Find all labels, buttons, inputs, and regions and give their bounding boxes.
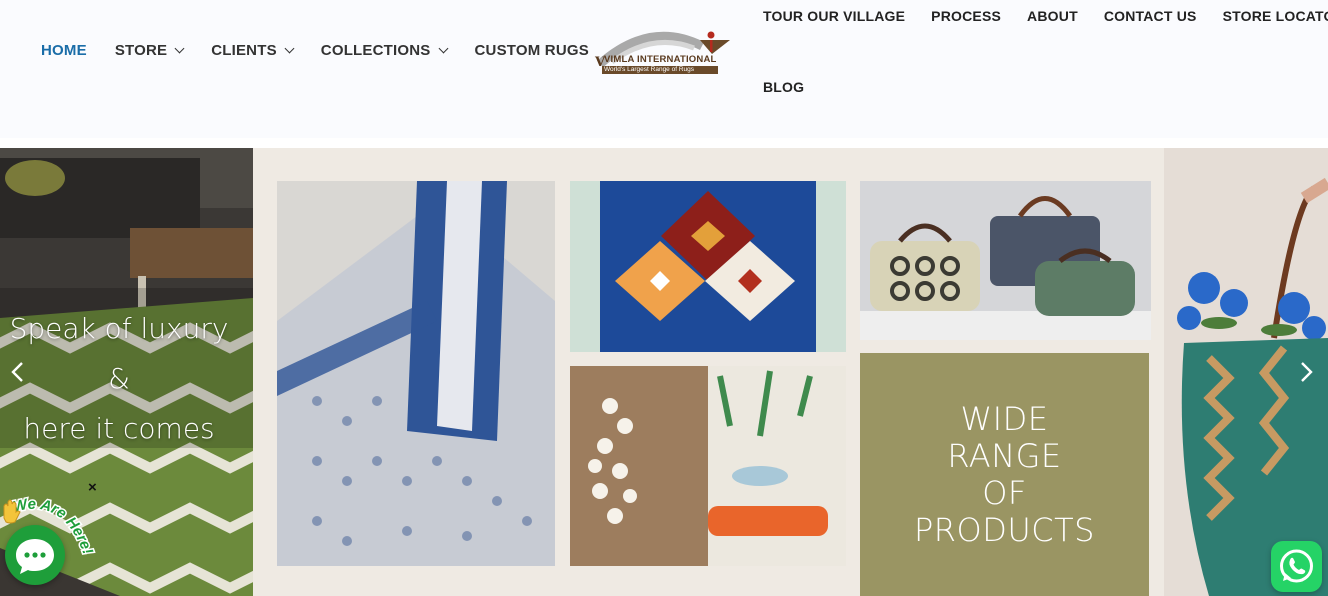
tagline-line-2: & bbox=[108, 362, 130, 395]
nav-clients-label: CLIENTS bbox=[211, 42, 277, 59]
whatsapp-button[interactable] bbox=[1271, 541, 1322, 592]
wide-range-banner[interactable]: WIDE RANGE OF PRODUCTS bbox=[860, 353, 1149, 596]
wide-range-line-3: OF bbox=[982, 474, 1027, 512]
slider-next-arrow[interactable] bbox=[1295, 361, 1317, 383]
slide-tagline: Speak of luxury & here it comes bbox=[0, 304, 238, 454]
nav-contact-us[interactable]: CONTACT US bbox=[1104, 8, 1197, 24]
chat-open-button[interactable] bbox=[5, 525, 65, 585]
wide-range-line-1: WIDE bbox=[960, 400, 1049, 438]
logo-tagline-text: World's Largest Range of Rugs bbox=[604, 66, 695, 73]
nav-store-locator[interactable]: STORE LOCATOR bbox=[1223, 8, 1328, 24]
chevron-right-icon bbox=[1301, 362, 1313, 382]
nav-process[interactable]: PROCESS bbox=[931, 8, 1001, 24]
nav-store-label: STORE bbox=[114, 42, 168, 59]
nav-home-label: HOME bbox=[41, 42, 87, 59]
chevron-down-icon bbox=[284, 43, 295, 54]
site-header: HOME STORE CLIENTS COLLECTIONS CUSTOM RU… bbox=[0, 0, 1328, 138]
whatsapp-icon bbox=[1280, 549, 1313, 583]
nav-collections[interactable]: COLLECTIONS bbox=[320, 42, 448, 59]
textile-product-image[interactable] bbox=[570, 366, 846, 566]
chevron-down-icon bbox=[174, 43, 185, 54]
nav-tour-our-village[interactable]: TOUR OUR VILLAGE bbox=[763, 8, 905, 24]
wide-range-line-2: RANGE bbox=[947, 437, 1062, 475]
chat-close-icon[interactable]: × bbox=[88, 479, 97, 497]
site-logo[interactable]: V VIMLA INTERNATIONAL World's Largest Ra… bbox=[590, 26, 732, 76]
quilt-product-image[interactable] bbox=[277, 181, 555, 566]
tagline-line-1: Speak of luxury bbox=[9, 312, 229, 345]
nav-custom-rugs-label: CUSTOM RUGS bbox=[474, 42, 589, 59]
main-nav-right: TOUR OUR VILLAGE PROCESS ABOUT CONTACT U… bbox=[763, 8, 1328, 95]
slider-prev-arrow[interactable] bbox=[7, 361, 29, 383]
main-nav-left: HOME STORE CLIENTS COLLECTIONS CUSTOM RU… bbox=[41, 42, 617, 59]
tagline-line-3: here it comes bbox=[23, 412, 215, 445]
nav-custom-rugs[interactable]: CUSTOM RUGS bbox=[475, 42, 589, 59]
nav-clients[interactable]: CLIENTS bbox=[211, 42, 295, 59]
chevron-left-icon bbox=[11, 362, 23, 382]
hero-slider: Speak of luxury & here it comes WIDE RAN… bbox=[0, 148, 1328, 596]
chevron-down-icon bbox=[438, 43, 448, 54]
nav-home[interactable]: HOME bbox=[41, 42, 87, 59]
wide-range-text: WIDE RANGE OF PRODUCTS bbox=[860, 401, 1149, 549]
nav-about[interactable]: ABOUT bbox=[1027, 8, 1078, 24]
chat-bubble-icon bbox=[16, 539, 54, 574]
bags-product-image[interactable] bbox=[860, 181, 1151, 340]
nav-collections-label: COLLECTIONS bbox=[320, 42, 431, 59]
nav-store[interactable]: STORE bbox=[114, 42, 185, 59]
logo-brand-text: VIMLA INTERNATIONAL bbox=[604, 54, 717, 65]
cushion-product-image[interactable] bbox=[570, 181, 846, 352]
wide-range-line-4: PRODUCTS bbox=[914, 511, 1095, 549]
slide-current: WIDE RANGE OF PRODUCTS bbox=[253, 148, 1164, 596]
nav-blog[interactable]: BLOG bbox=[763, 79, 804, 95]
